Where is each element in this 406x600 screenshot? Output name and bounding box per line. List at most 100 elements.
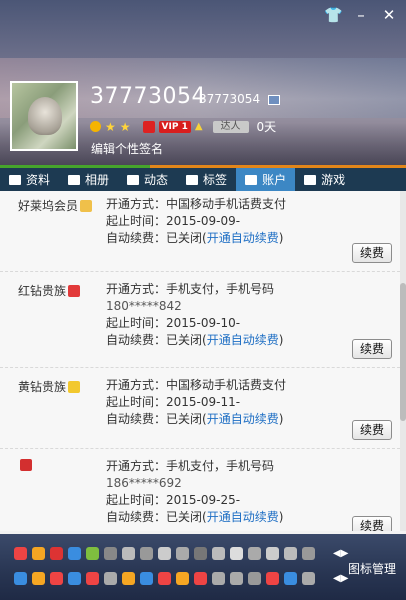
tab-1[interactable]: 相册 [59,168,118,191]
game-icon [304,174,317,185]
service-badge-icon[interactable] [68,572,81,585]
service-badge-icon[interactable] [140,547,153,560]
detail-label: 起止时间： [106,493,167,507]
enable-autorenew-link[interactable]: 开通自动续费 [207,412,279,426]
icon-pager-arrows[interactable]: ◀▶ [333,573,348,584]
service-badge-icon[interactable] [32,572,45,585]
service-details: 开通方式：手机支付，手机号码 180*****842 起止时间：2015-09-10… [106,281,283,349]
tab-3[interactable]: 标签 [177,168,236,191]
service-name [18,459,32,471]
detail-value: 已关闭( [166,231,207,245]
star-icon[interactable]: ★ [120,120,131,134]
renew-button[interactable]: 续费 [352,243,392,263]
service-details: 开通方式：手机支付，手机号码 186*****692 起止时间：2015-09-25… [106,458,283,526]
service-badge-icon[interactable] [230,547,243,560]
list-icon [127,174,140,185]
renew-button[interactable]: 续费 [352,339,392,359]
detail-label: 开通方式： [106,459,167,473]
detail-value: 已关闭( [166,333,207,347]
service-badge-icon[interactable] [50,572,63,585]
skin-icon[interactable]: 👕 [324,6,343,24]
talent-days: 0天 [256,120,277,134]
service-badge-icon[interactable] [284,572,297,585]
service-badge-icon[interactable] [86,572,99,585]
tab-label: 游戏 [321,173,346,187]
minimize-button[interactable]: – [352,6,370,24]
detail-suffix: ) [278,412,284,426]
service-badge-icon[interactable] [194,547,207,560]
service-details: 开通方式：中国移动手机话费支付 起止时间：2015-09-11- 自动续费：已关闭(… [106,377,286,428]
sun-icon[interactable] [90,121,101,132]
service-emblem-icon [80,199,93,212]
service-badge-icon[interactable] [176,547,189,560]
enable-autorenew-link[interactable]: 开通自动续费 [207,510,279,524]
renew-button[interactable]: 续费 [352,420,392,440]
service-badge-icon[interactable] [212,547,225,560]
detail-line: 自动续费：已关闭(开通自动续费) [106,411,286,428]
scrollbar-thumb[interactable] [400,283,406,421]
service-badge-icon[interactable] [284,547,297,560]
service-badge-icon[interactable] [68,547,81,560]
service-item: 开通方式：手机支付，手机号码 186*****692 起止时间：2015-09-25… [0,449,400,531]
service-badge-icon[interactable] [50,547,63,560]
service-badge-icon[interactable] [104,547,117,560]
qq-number-badge-icon[interactable] [268,95,280,105]
star-icon[interactable]: ★ [105,120,116,134]
service-badge-icon[interactable] [32,547,45,560]
service-badge-icon[interactable] [302,572,315,585]
talent-badge[interactable]: 达人 [212,120,249,133]
detail-line: 开通方式：中国移动手机话费支付 [106,377,286,394]
service-badge-icon[interactable] [266,572,279,585]
tab-0[interactable]: 资料 [0,168,59,191]
service-badge-icon[interactable] [14,572,27,585]
detail-line: 起止时间：2015-09-25- [106,492,283,509]
close-button[interactable]: ✕ [380,6,398,24]
icon-pager-arrows[interactable]: ◀▶ [333,548,348,559]
service-badge-icon[interactable] [104,572,117,585]
renew-button[interactable]: 续费 [352,516,392,531]
bookmark-icon [186,174,199,185]
cat-photo-icon [28,97,62,135]
tab-2[interactable]: 动态 [118,168,177,191]
detail-suffix: ) [278,333,284,347]
icon-manage-link[interactable]: 图标管理 [348,560,396,577]
detail-label: 起止时间： [106,395,167,409]
tab-label: 资料 [26,173,51,187]
signature-edit[interactable]: 编辑个性签名 [91,140,163,157]
tab-5[interactable]: 游戏 [295,168,354,191]
detail-label: 自动续费： [106,231,167,245]
service-badge-icon[interactable] [158,572,171,585]
avatar[interactable] [10,81,78,151]
detail-value: 186*****692 [106,476,182,490]
service-badge-icon[interactable] [248,547,261,560]
detail-label: 自动续费： [106,510,167,524]
tab-label: 动态 [144,173,169,187]
scrollbar[interactable] [400,191,406,531]
service-name-text: 红钻贵族 [18,284,67,298]
service-badge-icon[interactable] [194,572,207,585]
detail-label: 自动续费： [106,333,167,347]
service-badge-icon[interactable] [86,547,99,560]
photo-icon [68,174,81,185]
service-badge-icon[interactable] [122,547,135,560]
tab-4[interactable]: 账户 [236,168,296,191]
enable-autorenew-link[interactable]: 开通自动续费 [207,231,279,245]
service-badge-icon[interactable] [212,572,225,585]
service-badge-icon[interactable] [266,547,279,560]
service-badge-icon[interactable] [230,572,243,585]
service-badge-icon[interactable] [140,572,153,585]
detail-line: 186*****692 [106,475,283,492]
service-badge-icon[interactable] [158,547,171,560]
enable-autorenew-link[interactable]: 开通自动续费 [207,333,279,347]
detail-line: 自动续费：已关闭(开通自动续费) [106,332,283,349]
penguin-icon[interactable] [142,120,155,133]
service-badge-icon[interactable] [176,572,189,585]
vip-badge[interactable]: VIP 1 [158,120,191,133]
service-emblem-icon [68,380,81,393]
service-badge-icon[interactable] [14,547,27,560]
service-badge-icon[interactable] [302,547,315,560]
detail-value: 已关闭( [166,510,207,524]
service-badge-icon[interactable] [122,572,135,585]
service-badge-icon[interactable] [248,572,261,585]
detail-value: 2015-09-09- [166,214,241,228]
